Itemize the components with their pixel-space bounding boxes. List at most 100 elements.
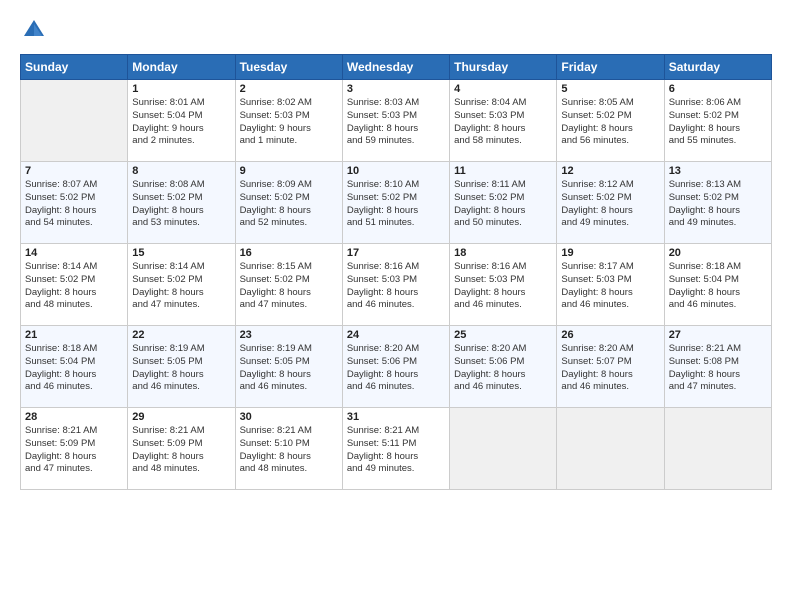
day-number: 25 [454, 329, 552, 341]
day-number: 13 [669, 165, 767, 177]
day-number: 31 [347, 411, 445, 423]
day-number: 10 [347, 165, 445, 177]
day-info: Sunrise: 8:21 AM Sunset: 5:09 PM Dayligh… [25, 425, 123, 476]
calendar-cell [664, 408, 771, 490]
day-number: 4 [454, 83, 552, 95]
calendar-cell: 30 Sunrise: 8:21 AM Sunset: 5:10 PM Dayli… [235, 408, 342, 490]
day-info: Sunrise: 8:21 AM Sunset: 5:08 PM Dayligh… [669, 343, 767, 394]
day-info: Sunrise: 8:11 AM Sunset: 5:02 PM Dayligh… [454, 179, 552, 230]
day-info: Sunrise: 8:18 AM Sunset: 5:04 PM Dayligh… [669, 261, 767, 312]
day-number: 22 [132, 329, 230, 341]
calendar-table: SundayMondayTuesdayWednesdayThursdayFrid… [20, 54, 772, 490]
day-info: Sunrise: 8:02 AM Sunset: 5:03 PM Dayligh… [240, 97, 338, 148]
calendar-cell: 27 Sunrise: 8:21 AM Sunset: 5:08 PM Dayli… [664, 326, 771, 408]
day-number: 15 [132, 247, 230, 259]
logo [20, 16, 52, 44]
calendar-cell: 9Sunrise: 8:09 AM Sunset: 5:02 PM Daylig… [235, 162, 342, 244]
week-row-3: 14 Sunrise: 8:14 AM Sunset: 5:02 PM Dayli… [21, 244, 772, 326]
day-info: Sunrise: 8:03 AM Sunset: 5:03 PM Dayligh… [347, 97, 445, 148]
day-number: 2 [240, 83, 338, 95]
day-number: 30 [240, 411, 338, 423]
day-number: 27 [669, 329, 767, 341]
calendar-cell: 1 Sunrise: 8:01 AM Sunset: 5:04 PM Daylig… [128, 80, 235, 162]
col-header-wednesday: Wednesday [342, 55, 449, 80]
calendar-cell: 3 Sunrise: 8:03 AM Sunset: 5:03 PM Daylig… [342, 80, 449, 162]
day-info: Sunrise: 8:07 AM Sunset: 5:02 PM Dayligh… [25, 179, 123, 230]
calendar-cell: 18 Sunrise: 8:16 AM Sunset: 5:03 PM Dayli… [450, 244, 557, 326]
calendar-cell [450, 408, 557, 490]
calendar-cell: 25 Sunrise: 8:20 AM Sunset: 5:06 PM Dayli… [450, 326, 557, 408]
day-number: 16 [240, 247, 338, 259]
day-info: Sunrise: 8:20 AM Sunset: 5:06 PM Dayligh… [347, 343, 445, 394]
day-number: 18 [454, 247, 552, 259]
day-info: Sunrise: 8:21 AM Sunset: 5:09 PM Dayligh… [132, 425, 230, 476]
col-header-tuesday: Tuesday [235, 55, 342, 80]
day-number: 14 [25, 247, 123, 259]
calendar-cell [557, 408, 664, 490]
calendar-cell: 4 Sunrise: 8:04 AM Sunset: 5:03 PM Daylig… [450, 80, 557, 162]
calendar-cell: 19Sunrise: 8:17 AM Sunset: 5:03 PM Dayli… [557, 244, 664, 326]
day-info: Sunrise: 8:05 AM Sunset: 5:02 PM Dayligh… [561, 97, 659, 148]
day-info: Sunrise: 8:19 AM Sunset: 5:05 PM Dayligh… [240, 343, 338, 394]
day-info: Sunrise: 8:20 AM Sunset: 5:07 PM Dayligh… [561, 343, 659, 394]
day-info: Sunrise: 8:15 AM Sunset: 5:02 PM Dayligh… [240, 261, 338, 312]
calendar-cell: 2 Sunrise: 8:02 AM Sunset: 5:03 PM Daylig… [235, 80, 342, 162]
day-info: Sunrise: 8:14 AM Sunset: 5:02 PM Dayligh… [132, 261, 230, 312]
day-info: Sunrise: 8:18 AM Sunset: 5:04 PM Dayligh… [25, 343, 123, 394]
day-info: Sunrise: 8:21 AM Sunset: 5:11 PM Dayligh… [347, 425, 445, 476]
calendar-cell: 8Sunrise: 8:08 AM Sunset: 5:02 PM Daylig… [128, 162, 235, 244]
day-number: 20 [669, 247, 767, 259]
col-header-thursday: Thursday [450, 55, 557, 80]
week-row-5: 28 Sunrise: 8:21 AM Sunset: 5:09 PM Dayli… [21, 408, 772, 490]
week-row-4: 21 Sunrise: 8:18 AM Sunset: 5:04 PM Dayli… [21, 326, 772, 408]
col-header-sunday: Sunday [21, 55, 128, 80]
day-info: Sunrise: 8:17 AM Sunset: 5:03 PM Dayligh… [561, 261, 659, 312]
calendar-cell: 22Sunrise: 8:19 AM Sunset: 5:05 PM Dayli… [128, 326, 235, 408]
header-row: SundayMondayTuesdayWednesdayThursdayFrid… [21, 55, 772, 80]
calendar-cell: 21 Sunrise: 8:18 AM Sunset: 5:04 PM Dayli… [21, 326, 128, 408]
calendar-container: SundayMondayTuesdayWednesdayThursdayFrid… [0, 0, 792, 612]
calendar-cell: 5 Sunrise: 8:05 AM Sunset: 5:02 PM Daylig… [557, 80, 664, 162]
day-number: 3 [347, 83, 445, 95]
day-number: 21 [25, 329, 123, 341]
calendar-cell: 6Sunrise: 8:06 AM Sunset: 5:02 PM Daylig… [664, 80, 771, 162]
day-number: 1 [132, 83, 230, 95]
col-header-friday: Friday [557, 55, 664, 80]
calendar-cell: 16 Sunrise: 8:15 AM Sunset: 5:02 PM Dayli… [235, 244, 342, 326]
day-info: Sunrise: 8:16 AM Sunset: 5:03 PM Dayligh… [454, 261, 552, 312]
day-info: Sunrise: 8:21 AM Sunset: 5:10 PM Dayligh… [240, 425, 338, 476]
day-info: Sunrise: 8:09 AM Sunset: 5:02 PM Dayligh… [240, 179, 338, 230]
day-info: Sunrise: 8:16 AM Sunset: 5:03 PM Dayligh… [347, 261, 445, 312]
calendar-cell: 17Sunrise: 8:16 AM Sunset: 5:03 PM Dayli… [342, 244, 449, 326]
day-number: 12 [561, 165, 659, 177]
day-number: 11 [454, 165, 552, 177]
calendar-cell: 31 Sunrise: 8:21 AM Sunset: 5:11 PM Dayli… [342, 408, 449, 490]
day-info: Sunrise: 8:20 AM Sunset: 5:06 PM Dayligh… [454, 343, 552, 394]
calendar-cell: 28 Sunrise: 8:21 AM Sunset: 5:09 PM Dayli… [21, 408, 128, 490]
calendar-cell: 15 Sunrise: 8:14 AM Sunset: 5:02 PM Dayli… [128, 244, 235, 326]
day-info: Sunrise: 8:04 AM Sunset: 5:03 PM Dayligh… [454, 97, 552, 148]
logo-icon [20, 16, 48, 44]
calendar-cell: 10Sunrise: 8:10 AM Sunset: 5:02 PM Dayli… [342, 162, 449, 244]
day-info: Sunrise: 8:14 AM Sunset: 5:02 PM Dayligh… [25, 261, 123, 312]
calendar-cell: 14 Sunrise: 8:14 AM Sunset: 5:02 PM Dayli… [21, 244, 128, 326]
header [20, 16, 772, 44]
calendar-cell: 24Sunrise: 8:20 AM Sunset: 5:06 PM Dayli… [342, 326, 449, 408]
calendar-cell: 12 Sunrise: 8:12 AM Sunset: 5:02 PM Dayli… [557, 162, 664, 244]
col-header-saturday: Saturday [664, 55, 771, 80]
calendar-cell: 13 Sunrise: 8:13 AM Sunset: 5:02 PM Dayli… [664, 162, 771, 244]
day-number: 7 [25, 165, 123, 177]
week-row-1: 1 Sunrise: 8:01 AM Sunset: 5:04 PM Daylig… [21, 80, 772, 162]
day-number: 28 [25, 411, 123, 423]
col-header-monday: Monday [128, 55, 235, 80]
day-number: 6 [669, 83, 767, 95]
calendar-cell: 20 Sunrise: 8:18 AM Sunset: 5:04 PM Dayli… [664, 244, 771, 326]
day-info: Sunrise: 8:13 AM Sunset: 5:02 PM Dayligh… [669, 179, 767, 230]
day-info: Sunrise: 8:08 AM Sunset: 5:02 PM Dayligh… [132, 179, 230, 230]
calendar-cell: 23Sunrise: 8:19 AM Sunset: 5:05 PM Dayli… [235, 326, 342, 408]
day-info: Sunrise: 8:01 AM Sunset: 5:04 PM Dayligh… [132, 97, 230, 148]
day-info: Sunrise: 8:12 AM Sunset: 5:02 PM Dayligh… [561, 179, 659, 230]
day-number: 26 [561, 329, 659, 341]
day-number: 5 [561, 83, 659, 95]
calendar-cell: 29Sunrise: 8:21 AM Sunset: 5:09 PM Dayli… [128, 408, 235, 490]
